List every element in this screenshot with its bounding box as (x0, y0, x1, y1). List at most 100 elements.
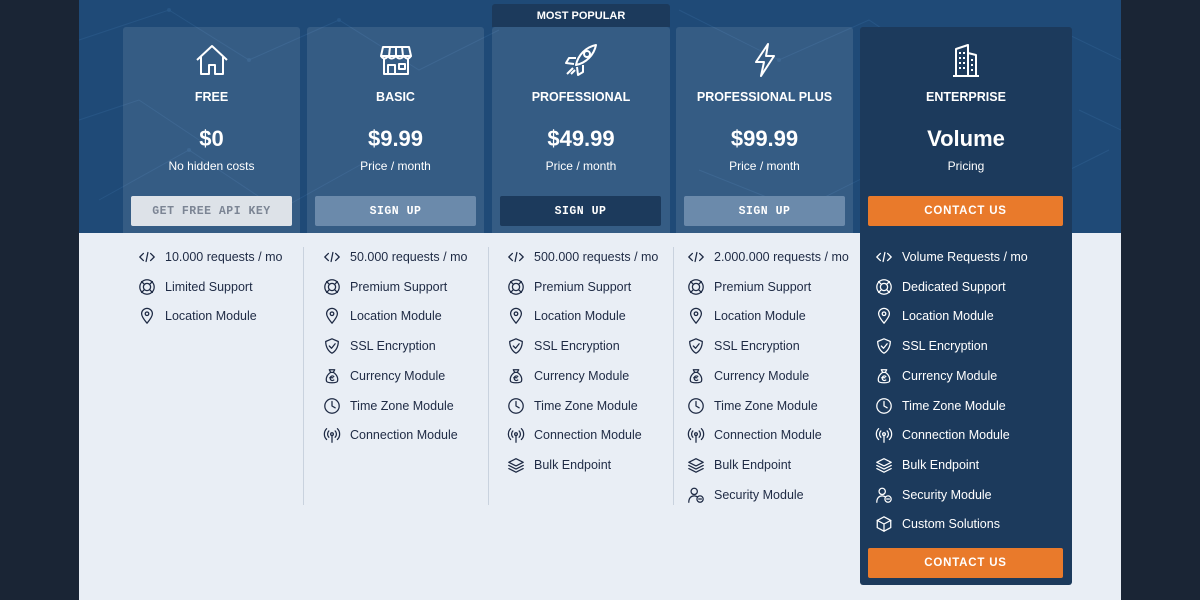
feature-item: Connection Module (322, 425, 458, 445)
layers-icon (506, 455, 526, 475)
map-pin-icon (322, 306, 342, 326)
feature-item: 10.000 requests / mo (137, 247, 282, 267)
feature-item: Bulk Endpoint (506, 455, 611, 475)
cube-icon (874, 514, 894, 534)
plan-price-subtitle: Price / month (729, 159, 800, 173)
map-pin-icon (506, 306, 526, 326)
plan-price-subtitle: Price / month (545, 159, 617, 173)
feature-label: Time Zone Module (350, 398, 454, 413)
contact-us-button-bottom[interactable]: CONTACT US (868, 548, 1063, 578)
feature-item: Time Zone Module (322, 396, 454, 416)
plan-card-professional: PROFESSIONAL $49.99 Price / month SIGN U… (492, 27, 670, 233)
feature-item: Time Zone Module (686, 396, 818, 416)
feature-label: Limited Support (165, 279, 253, 294)
plan-name: BASIC (376, 90, 415, 104)
feature-label: Location Module (534, 309, 626, 324)
map-pin-icon (686, 306, 706, 326)
feature-label: 10.000 requests / mo (165, 250, 283, 264)
feature-item: Location Module (686, 306, 806, 326)
code-icon (137, 247, 157, 267)
feature-item: Premium Support (506, 277, 631, 297)
most-popular-badge: MOST POPULAR (492, 4, 670, 27)
plan-price-subtitle: No hidden costs (168, 159, 255, 173)
feature-label: Time Zone Module (714, 398, 818, 413)
map-pin-icon (874, 306, 894, 326)
plan-name: PROFESSIONAL PLUS (696, 90, 833, 104)
feature-item: Limited Support (137, 277, 253, 297)
feature-item: Dedicated Support (874, 277, 1006, 297)
code-icon (874, 247, 894, 267)
feature-label: Bulk Endpoint (534, 457, 612, 472)
enterprise-card-header: ENTERPRISE Volume Pricing CONTACT US (860, 27, 1072, 233)
rocket-icon (492, 41, 670, 79)
pricing-section: MOST POPULAR FREE $0 No hidden costs GET… (79, 0, 1121, 600)
feature-item: Premium Support (686, 277, 811, 297)
plan-name: FREE (194, 90, 229, 104)
feature-label: Currency Module (350, 368, 446, 383)
feature-item: SSL Encryption (322, 336, 436, 356)
money-bag-icon (322, 366, 342, 386)
feature-item: Bulk Endpoint (686, 455, 791, 475)
sign-up-button-basic[interactable]: SIGN UP (315, 196, 476, 226)
contact-us-button-top[interactable]: CONTACT US (868, 196, 1063, 226)
feature-label: Time Zone Module (534, 398, 638, 413)
antenna-icon (322, 425, 342, 445)
feature-item: Bulk Endpoint (874, 455, 979, 475)
plan-card-basic: BASIC $9.99 Price / month SIGN UP (307, 27, 484, 233)
feature-item: Location Module (137, 306, 257, 326)
feature-label: SSL Encryption (714, 339, 800, 354)
feature-item: Currency Module (874, 366, 997, 386)
money-bag-icon (874, 366, 894, 386)
feature-item: Location Module (322, 306, 442, 326)
code-icon (322, 247, 342, 267)
feature-label: Currency Module (534, 368, 630, 383)
feature-item: Premium Support (322, 277, 447, 297)
feature-label: Bulk Endpoint (714, 457, 792, 472)
feature-item: 500.000 requests / mo (506, 247, 658, 267)
feature-label: Connection Module (534, 428, 642, 443)
feature-item: Location Module (506, 306, 626, 326)
feature-label: Location Module (714, 309, 806, 324)
feature-label: SSL Encryption (534, 339, 620, 354)
lifebuoy-icon (506, 277, 526, 297)
money-bag-icon (506, 366, 526, 386)
code-icon (686, 247, 706, 267)
feature-label: Volume Requests / mo (902, 250, 1028, 264)
house-icon (123, 41, 300, 79)
column-divider (673, 247, 674, 505)
storefront-icon (307, 41, 484, 79)
feature-item: Volume Requests / mo (874, 247, 1028, 267)
feature-label: Time Zone Module (902, 398, 1006, 413)
feature-item: 2.000.000 requests / mo (686, 247, 849, 267)
feature-item: SSL Encryption (874, 336, 988, 356)
get-free-api-key-button[interactable]: GET FREE API KEY (131, 196, 292, 226)
plan-card-free: FREE $0 No hidden costs GET FREE API KEY (123, 27, 300, 233)
plan-price: $9.99 (367, 126, 424, 151)
plan-name: ENTERPRISE (926, 90, 1006, 104)
feature-label: Location Module (165, 309, 257, 324)
sign-up-button-professional-plus[interactable]: SIGN UP (684, 196, 845, 226)
feature-item: SSL Encryption (506, 336, 620, 356)
clock-icon (874, 396, 894, 416)
column-divider (303, 247, 304, 505)
feature-label: Security Module (714, 487, 804, 502)
layers-icon (874, 455, 894, 475)
column-divider (488, 247, 489, 505)
lifebuoy-icon (874, 277, 894, 297)
layers-icon (686, 455, 706, 475)
plan-price: $0 (199, 126, 224, 151)
feature-label: Bulk Endpoint (902, 457, 980, 472)
feature-label: 500.000 requests / mo (534, 250, 659, 264)
plan-price: $49.99 (547, 126, 615, 151)
sign-up-button-professional[interactable]: SIGN UP (500, 196, 661, 226)
plan-price: $99.99 (730, 126, 799, 151)
antenna-icon (874, 425, 894, 445)
plan-price-subtitle: Price / month (360, 159, 431, 173)
feature-label: Connection Module (902, 428, 1010, 443)
feature-item: Security Module (686, 485, 804, 505)
shield-check-icon (686, 336, 706, 356)
lifebuoy-icon (137, 277, 157, 297)
shield-check-icon (874, 336, 894, 356)
feature-item: Currency Module (322, 366, 445, 386)
feature-label: Connection Module (350, 428, 458, 443)
